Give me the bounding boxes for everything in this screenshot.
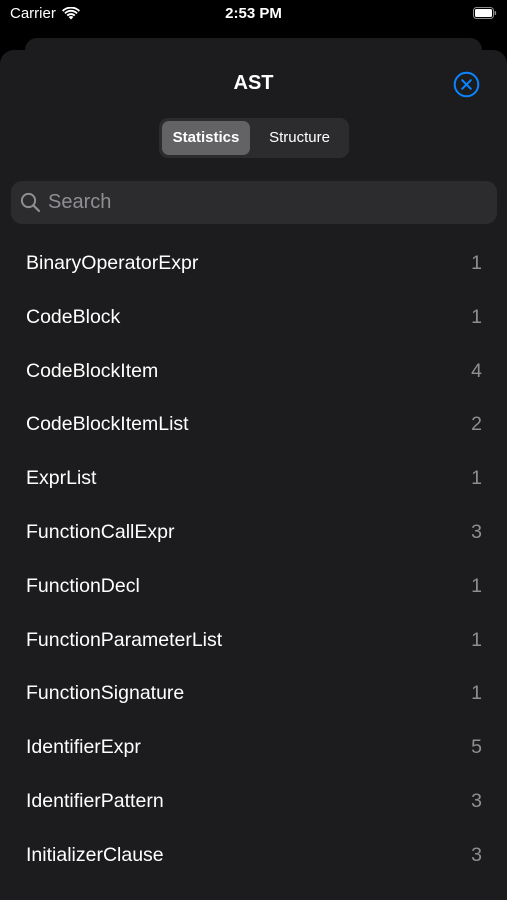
list-item[interactable]: BinaryOperatorExpr 1 — [0, 237, 507, 291]
status-bar: Carrier 2:53 PM — [0, 0, 507, 30]
search-bar — [11, 181, 497, 224]
battery-icon — [473, 7, 497, 19]
item-label: FunctionCallExpr — [26, 520, 175, 543]
item-label: FunctionDecl — [26, 574, 140, 597]
xmark-circle-icon — [453, 71, 480, 98]
item-label: IdentifierExpr — [26, 736, 141, 759]
sheet-title: AST — [233, 72, 274, 94]
item-label: CodeBlockItemList — [26, 413, 189, 436]
item-count: 1 — [471, 682, 482, 705]
item-count: 1 — [471, 628, 482, 651]
item-label: InitializerClause — [26, 843, 164, 866]
list-item[interactable]: FunctionParameterList 1 — [0, 614, 507, 668]
list-item[interactable]: IdentifierExpr 5 — [0, 721, 507, 775]
node-statistics-list: BinaryOperatorExpr 1 CodeBlock 1 CodeBlo… — [0, 237, 507, 883]
list-item[interactable]: ExprList 1 — [0, 452, 507, 506]
item-label: BinaryOperatorExpr — [26, 252, 199, 274]
item-count: 1 — [471, 252, 482, 274]
segment-statistics[interactable]: Statistics — [162, 121, 250, 155]
list-item[interactable]: FunctionCallExpr 3 — [0, 506, 507, 560]
search-icon — [20, 192, 41, 213]
list-item[interactable]: InitializerClause 3 — [0, 829, 507, 883]
status-time: 2:53 PM — [225, 5, 282, 22]
item-count: 2 — [471, 413, 482, 436]
item-count: 1 — [471, 574, 482, 597]
view-segmented-control: Statistics Structure — [159, 118, 349, 158]
item-count: 3 — [471, 789, 482, 812]
item-label: IdentifierPattern — [26, 789, 164, 812]
list-item[interactable]: IdentifierPattern 3 — [0, 775, 507, 829]
item-count: 3 — [471, 520, 482, 543]
item-label: FunctionParameterList — [26, 628, 223, 651]
item-label: ExprList — [26, 467, 97, 490]
item-label: CodeBlockItem — [26, 359, 159, 382]
item-count: 1 — [471, 467, 482, 490]
item-label: FunctionSignature — [26, 682, 185, 705]
list-item[interactable]: FunctionDecl 1 — [0, 560, 507, 614]
ast-sheet: AST Statistics Structure BinaryOperatorE… — [0, 50, 507, 900]
segment-structure[interactable]: Structure — [253, 121, 346, 155]
search-input[interactable] — [48, 181, 488, 224]
item-label: CodeBlock — [26, 305, 121, 328]
item-count: 3 — [471, 843, 482, 866]
item-count: 4 — [471, 359, 482, 382]
list-item[interactable]: CodeBlockItem 4 — [0, 345, 507, 399]
list-item[interactable]: CodeBlockItemList 2 — [0, 398, 507, 452]
close-button[interactable] — [453, 71, 480, 98]
list-item[interactable]: CodeBlock 1 — [0, 291, 507, 345]
item-count: 5 — [471, 736, 482, 759]
item-count: 1 — [471, 305, 482, 328]
list-item[interactable]: FunctionSignature 1 — [0, 667, 507, 721]
